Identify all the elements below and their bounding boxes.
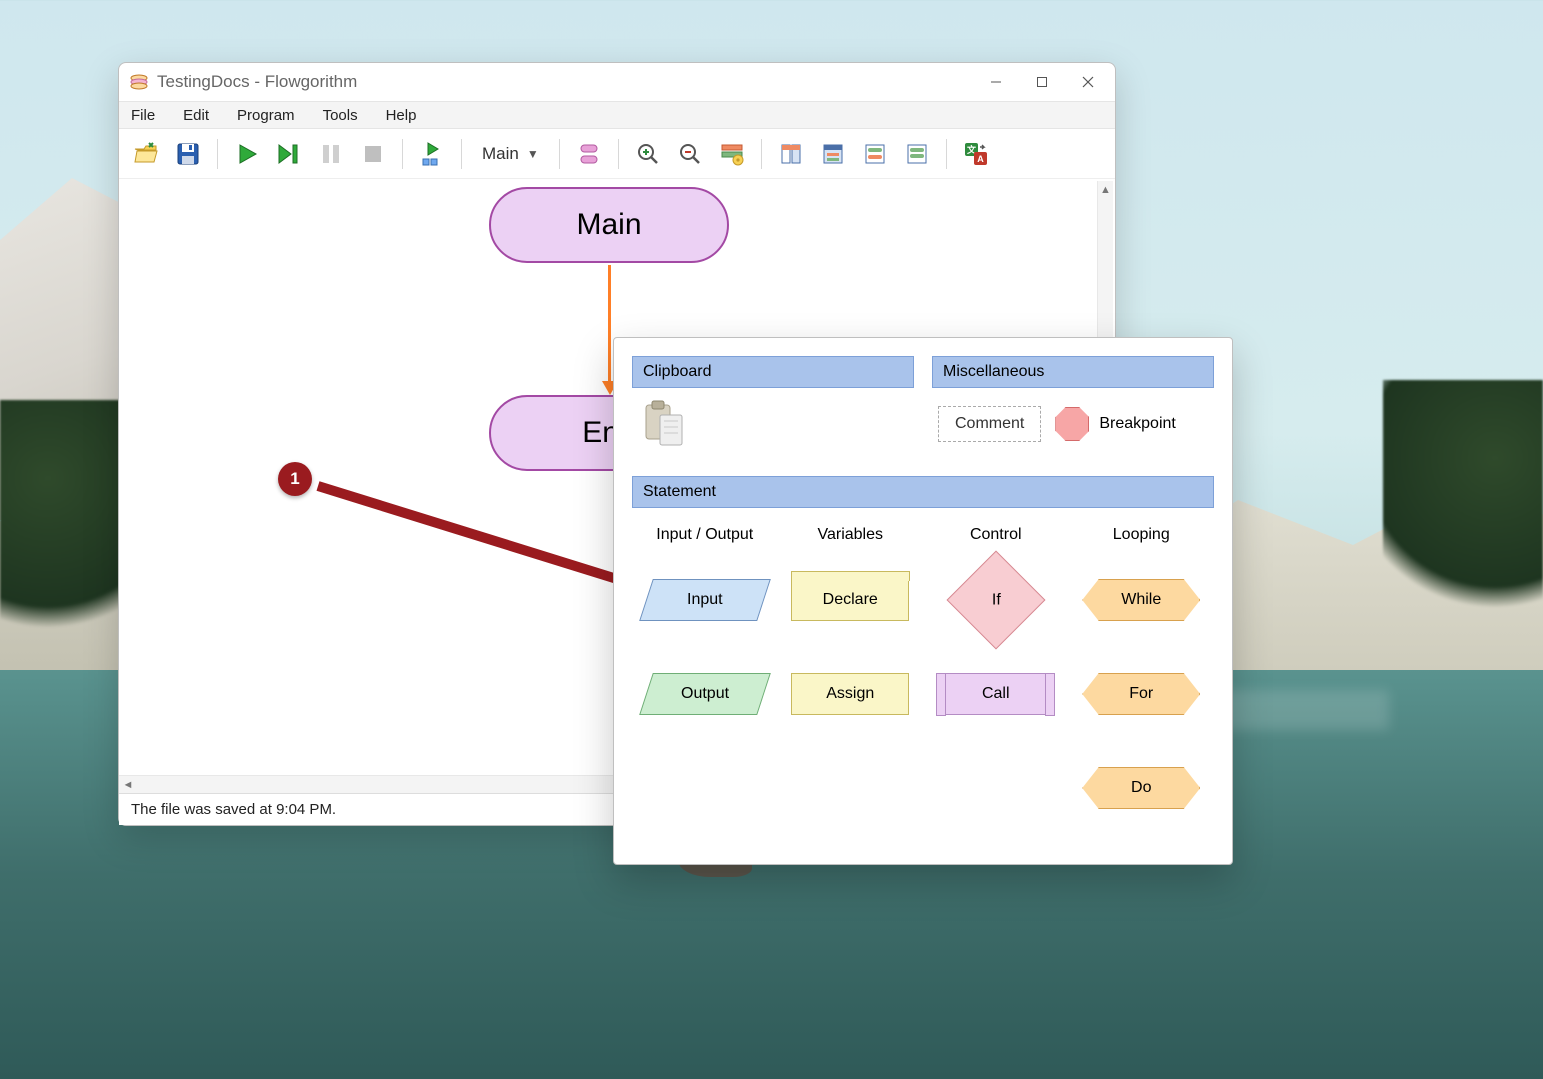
translate-button[interactable]: 文A (957, 135, 995, 173)
shape-declare-label: Declare (823, 591, 878, 609)
col-ctrl: Control (923, 526, 1069, 544)
style-button[interactable] (570, 135, 608, 173)
panel-icon-b (821, 142, 845, 166)
layout-gear-icon (719, 141, 745, 167)
save-icon (175, 141, 201, 167)
clipboard-section: Clipboard (632, 356, 914, 460)
run-button[interactable] (228, 135, 266, 173)
menu-edit[interactable]: Edit (179, 105, 213, 126)
panel-d-button[interactable] (898, 135, 936, 173)
zoom-in-button[interactable] (629, 135, 667, 173)
shape-call-label: Call (982, 685, 1010, 703)
breakpoint-icon (1055, 407, 1089, 441)
shape-if[interactable]: If (946, 551, 1045, 650)
menu-tools[interactable]: Tools (319, 105, 362, 126)
statement-header: Statement (632, 476, 1214, 508)
annotation-badge: 1 (278, 462, 312, 496)
zoom-out-button[interactable] (671, 135, 709, 173)
panel-a-button[interactable] (772, 135, 810, 173)
status-text: The file was saved at 9:04 PM. (131, 801, 336, 818)
flow-start-label: Main (576, 208, 641, 242)
window-title: TestingDocs - Flowgorithm (157, 72, 357, 92)
shape-input-label: Input (687, 591, 723, 609)
menu-help[interactable]: Help (382, 105, 421, 126)
shape-do[interactable]: Do (1082, 767, 1200, 809)
breakpoint-button[interactable]: Breakpoint (1055, 407, 1176, 441)
shape-if-label: If (991, 591, 1000, 609)
shape-assign[interactable]: Assign (791, 673, 909, 715)
shape-declare[interactable]: Declare (791, 579, 909, 621)
step-icon (276, 142, 302, 166)
annotation-number: 1 (290, 469, 299, 489)
function-selector[interactable]: Main ▼ (472, 144, 549, 164)
menu-program[interactable]: Program (233, 105, 299, 126)
translate-icon: 文A (963, 141, 989, 167)
col-loop: Looping (1069, 526, 1215, 544)
save-button[interactable] (169, 135, 207, 173)
shape-input[interactable]: Input (639, 579, 771, 621)
shape-while-label: While (1121, 591, 1161, 609)
open-button[interactable] (127, 135, 165, 173)
app-icon (129, 72, 149, 92)
paste-icon[interactable] (642, 399, 688, 449)
breakpoint-label: Breakpoint (1099, 415, 1176, 433)
col-io: Input / Output (632, 526, 778, 544)
panel-icon-a (779, 142, 803, 166)
col-vars: Variables (778, 526, 924, 544)
scroll-left-icon[interactable]: ◄ (119, 779, 137, 791)
misc-section: Miscellaneous Comment Breakpoint (932, 356, 1214, 460)
panel-icon-c (863, 142, 887, 166)
shape-output[interactable]: Output (639, 673, 771, 715)
pause-button[interactable] (312, 135, 350, 173)
comment-button[interactable]: Comment (938, 406, 1041, 442)
pause-icon (320, 143, 342, 165)
titlebar[interactable]: TestingDocs - Flowgorithm (119, 63, 1115, 101)
zoom-in-icon (636, 142, 660, 166)
scroll-up-icon[interactable]: ▲ (1098, 181, 1113, 199)
panel-b-button[interactable] (814, 135, 852, 173)
insert-shape-panel: Clipboard Miscellaneous Comment Breakpoi… (613, 337, 1233, 865)
clipboard-header: Clipboard (632, 356, 914, 388)
toolbar: Main ▼ 文A (119, 129, 1115, 179)
statement-columns: Input / Output Variables Control Looping (632, 526, 1214, 544)
shapes-icon (576, 141, 602, 167)
stop-icon (362, 143, 384, 165)
shape-call[interactable]: Call (937, 673, 1055, 715)
flow-start-node[interactable]: Main (489, 187, 729, 263)
layout-settings-button[interactable] (713, 135, 751, 173)
play-icon (235, 142, 259, 166)
menu-file[interactable]: File (127, 105, 159, 126)
function-name: Main (482, 144, 519, 164)
step-button[interactable] (270, 135, 308, 173)
panel-icon-d (905, 142, 929, 166)
folder-open-icon (132, 140, 160, 168)
zoom-out-icon (678, 142, 702, 166)
svg-text:A: A (977, 154, 984, 164)
run-to-icon (419, 141, 445, 167)
shape-while[interactable]: While (1082, 579, 1200, 621)
bg-trees-right (1383, 380, 1543, 640)
shape-for-label: For (1129, 685, 1153, 703)
stop-button[interactable] (354, 135, 392, 173)
menubar: File Edit Program Tools Help (119, 101, 1115, 129)
shape-do-label: Do (1131, 779, 1151, 797)
comment-label: Comment (955, 415, 1024, 432)
shape-for[interactable]: For (1082, 673, 1200, 715)
shape-output-label: Output (681, 685, 729, 703)
run-to-button[interactable] (413, 135, 451, 173)
panel-c-button[interactable] (856, 135, 894, 173)
maximize-button[interactable] (1019, 66, 1065, 98)
flow-arrow-line[interactable] (608, 265, 611, 383)
chevron-down-icon: ▼ (527, 147, 539, 161)
misc-header: Miscellaneous (932, 356, 1214, 388)
shape-assign-label: Assign (826, 685, 874, 703)
close-button[interactable] (1065, 66, 1111, 98)
minimize-button[interactable] (973, 66, 1019, 98)
